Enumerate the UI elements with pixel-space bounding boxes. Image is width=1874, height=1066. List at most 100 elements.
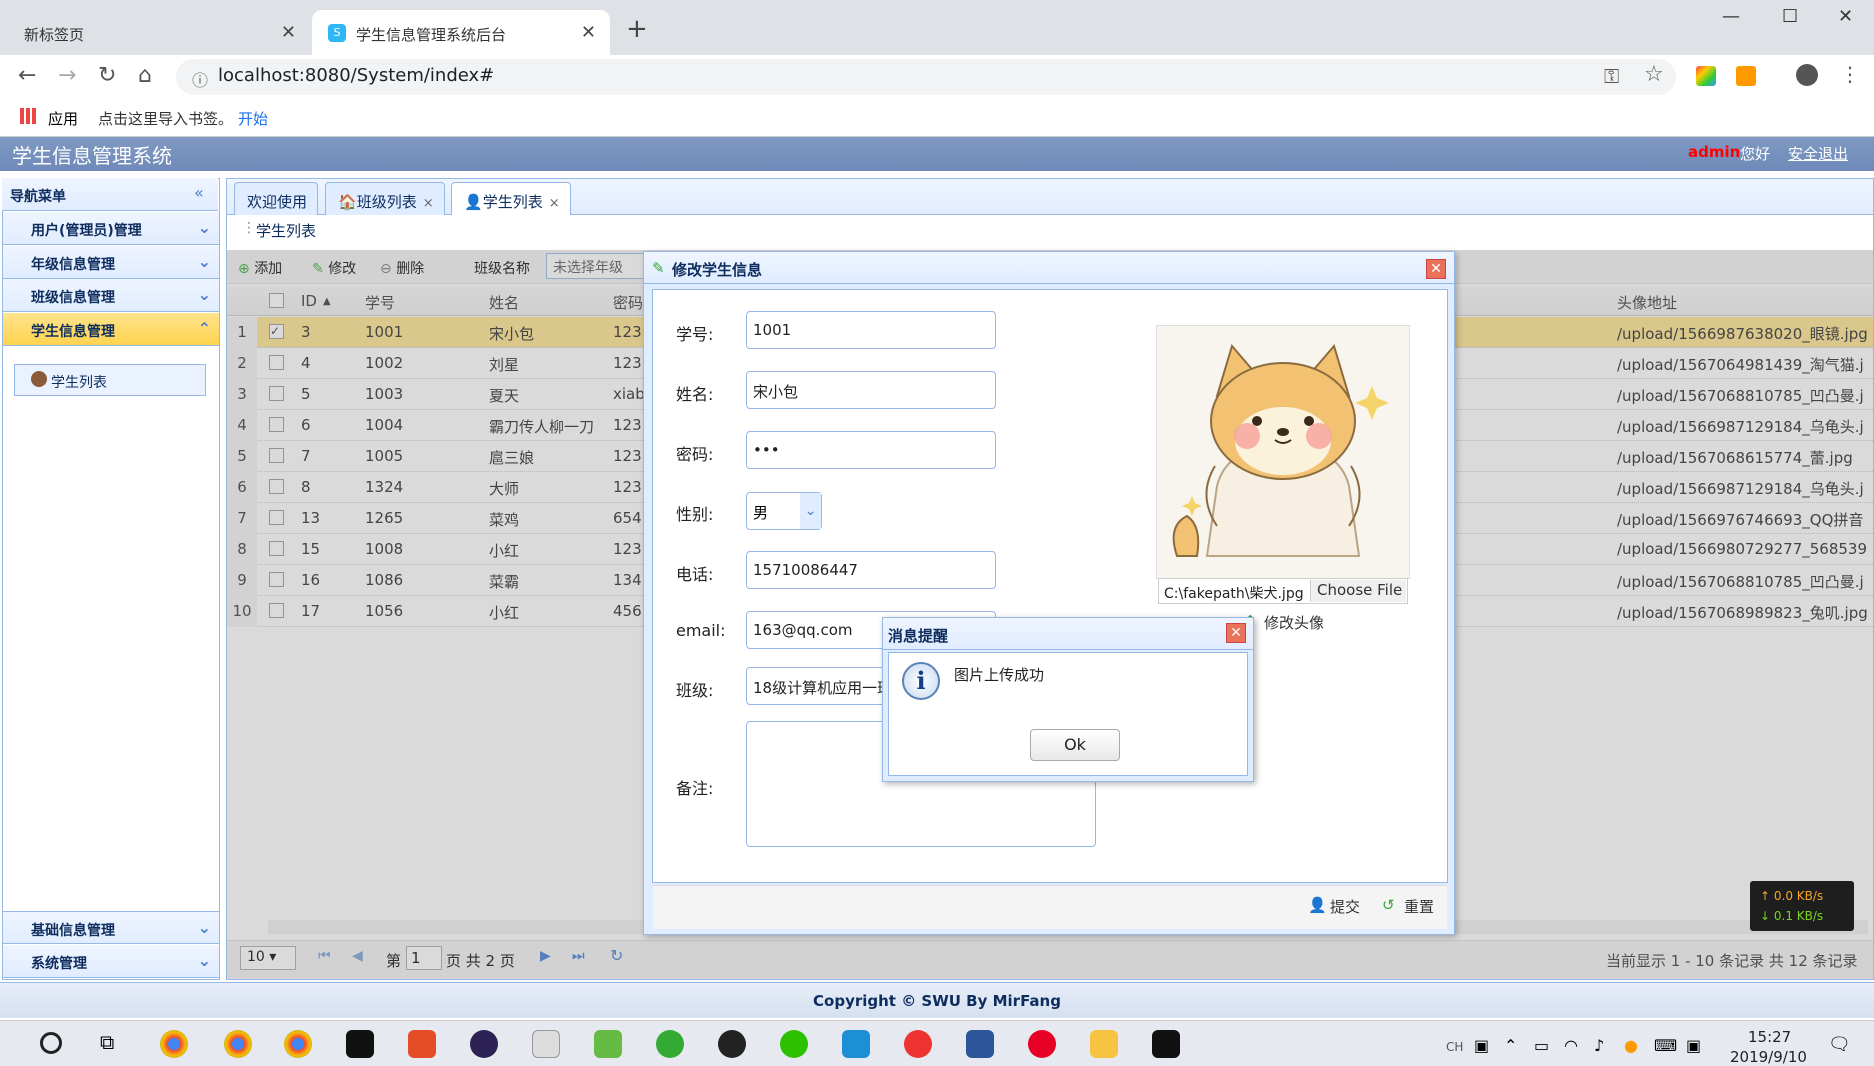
notepad-icon[interactable] [594, 1030, 622, 1058]
extension-icon[interactable] [1696, 66, 1716, 86]
home-icon: 🏠 [338, 193, 357, 211]
app-icon[interactable] [656, 1030, 684, 1058]
chevron-down-icon[interactable]: ⌄ [800, 493, 821, 529]
tray-app-icon[interactable]: ● [1624, 1036, 1638, 1055]
profile-icon[interactable] [1796, 64, 1818, 86]
tray-icon[interactable]: ▣ [1686, 1036, 1701, 1055]
back-icon[interactable]: ← [18, 63, 36, 88]
submit-button[interactable]: 提交 [1330, 896, 1360, 917]
file-explorer-icon[interactable] [1090, 1030, 1118, 1058]
sn-field[interactable]: 1001 [746, 311, 996, 349]
forward-icon[interactable]: → [58, 63, 76, 88]
name-label: 姓名: [676, 385, 714, 404]
sidebar-item-label: 学生列表 [51, 375, 107, 391]
edit-avatar-button[interactable]: 修改头像 [1264, 612, 1324, 633]
close-icon[interactable]: × [549, 196, 560, 211]
sidebar-group-label: 年级信息管理 [31, 257, 115, 273]
close-icon[interactable]: × [423, 196, 434, 211]
shiba-dog-illustration [1157, 326, 1409, 578]
window-close-icon[interactable]: ✕ [1838, 6, 1853, 27]
star-icon[interactable]: ☆ [1644, 62, 1664, 87]
close-icon[interactable]: ✕ [581, 22, 596, 43]
sidebar-group-users[interactable]: 用户(管理员)管理 ⌄ [3, 212, 219, 245]
clock-date[interactable]: 2019/9/10 [1730, 1048, 1807, 1066]
chevron-down-icon: ⌄ [197, 918, 211, 937]
greeting: 您好 [1740, 145, 1771, 163]
reset-button[interactable]: 重置 [1404, 896, 1434, 917]
bookmark-start-link[interactable]: 开始 [238, 108, 268, 129]
key-icon[interactable]: ⚿ [1604, 64, 1619, 88]
browser-tab-active[interactable]: S 学生信息管理系统后台 ✕ [312, 10, 610, 55]
netease-music-icon[interactable] [1028, 1030, 1056, 1058]
tray-chevron-icon[interactable]: ⌃ [1504, 1036, 1517, 1055]
sidebar-group-basic[interactable]: 基础信息管理 ⌄ [3, 911, 219, 944]
collapse-icon[interactable]: « [194, 183, 204, 202]
bookmark-apps[interactable]: 应用 [48, 108, 78, 129]
keyboard-icon[interactable]: ⌨ [1654, 1036, 1677, 1055]
message-close-icon[interactable]: ✕ [1226, 623, 1246, 643]
sidebar-group-students[interactable]: 学生信息管理 ⌃ [3, 313, 219, 346]
gender-label: 性别: [676, 505, 714, 524]
app-icon[interactable] [904, 1030, 932, 1058]
photos-icon[interactable] [1152, 1030, 1180, 1058]
email-label: email: [676, 621, 726, 640]
chevron-up-icon: ⌃ [197, 319, 211, 338]
qq-icon[interactable] [718, 1030, 746, 1058]
chrome-icon[interactable] [160, 1030, 188, 1058]
name-field[interactable]: 宋小包 [746, 371, 996, 409]
menu-icon[interactable]: ⋮ [1840, 62, 1860, 86]
tab-student-list[interactable]: 👤学生列表 × [451, 182, 571, 215]
ime-indicator[interactable]: CH [1446, 1040, 1463, 1054]
eclipse-icon[interactable] [470, 1030, 498, 1058]
dialog-close-icon[interactable]: ✕ [1426, 259, 1446, 279]
text-editor-icon[interactable] [532, 1030, 560, 1058]
volume-icon[interactable]: ♪ [1594, 1036, 1604, 1055]
dialog-title: 修改学生信息 [672, 261, 763, 279]
notification-icon[interactable]: 🗨 [1828, 1034, 1851, 1055]
chrome-icon[interactable] [284, 1030, 312, 1058]
wechat-icon[interactable] [780, 1030, 808, 1058]
battery-icon[interactable]: ▭ [1534, 1036, 1549, 1055]
current-user: admin [1688, 143, 1741, 161]
minimize-icon[interactable]: — [1722, 6, 1740, 27]
phone-field[interactable]: 15710086447 [746, 551, 996, 589]
tray-icon[interactable]: ▣ [1474, 1036, 1489, 1055]
copyright: Copyright © SWU By MirFang [813, 992, 1061, 1010]
tab-class-list[interactable]: 🏠班级列表 × [325, 182, 445, 215]
intellij-icon[interactable] [346, 1030, 374, 1058]
ok-button[interactable]: Ok [1030, 729, 1120, 761]
browser-tab-new[interactable]: 新标签页 ✕ [0, 10, 310, 55]
reload-icon[interactable]: ↻ [98, 63, 116, 88]
message-title: 消息提醒 [888, 627, 949, 645]
info-icon[interactable]: ⓘ [192, 67, 208, 91]
phone-label: 电话: [676, 565, 714, 584]
browser-tab-title: 新标签页 [24, 26, 85, 44]
word-icon[interactable] [966, 1030, 994, 1058]
password-field[interactable]: ••• [746, 431, 996, 469]
clock-time[interactable]: 15:27 [1748, 1028, 1791, 1046]
logout-link[interactable]: 安全退出 [1788, 143, 1848, 164]
sidebar-group-label: 用户(管理员)管理 [31, 223, 142, 239]
cortana-icon[interactable] [40, 1032, 62, 1054]
task-view-icon[interactable]: ⧉ [100, 1030, 114, 1054]
choose-file-button[interactable]: Choose File [1310, 580, 1406, 602]
tab-welcome[interactable]: 欢迎使用 [234, 182, 319, 215]
home-icon[interactable]: ⌂ [138, 63, 152, 88]
new-tab-icon[interactable]: + [626, 14, 648, 44]
bookmark-hint: 点击这里导入书签。 [98, 110, 234, 128]
netspeed-widget: ↑ 0.0 KB/s ↓ 0.1 KB/s [1750, 881, 1854, 931]
sidebar-group-classes[interactable]: 班级信息管理 ⌄ [3, 279, 219, 312]
chrome-icon[interactable] [224, 1030, 252, 1058]
maximize-icon[interactable]: ☐ [1782, 6, 1798, 27]
html-editor-icon[interactable] [408, 1030, 436, 1058]
sidebar-item-student-list[interactable]: 学生列表 [14, 364, 206, 396]
extension-icon[interactable] [1736, 66, 1756, 86]
close-icon[interactable]: ✕ [281, 22, 296, 43]
wifi-icon[interactable]: ◠ [1564, 1036, 1578, 1055]
chevron-down-icon: ⌄ [197, 951, 211, 970]
pencil-icon: ✎ [652, 259, 665, 277]
chevron-down-icon: ⌄ [197, 285, 211, 304]
app-icon[interactable] [842, 1030, 870, 1058]
sidebar-group-system[interactable]: 系统管理 ⌄ [3, 945, 219, 978]
sidebar-group-grades[interactable]: 年级信息管理 ⌄ [3, 246, 219, 279]
